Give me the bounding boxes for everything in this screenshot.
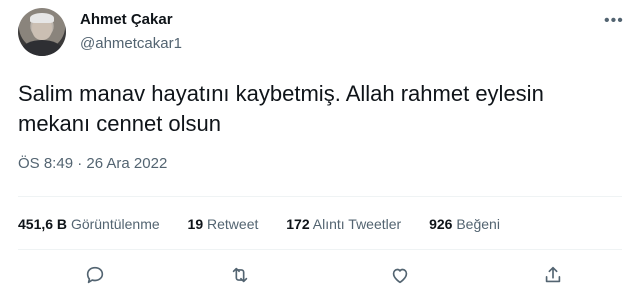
- tweet-timestamp[interactable]: ÖS 8:49 · 26 Ara 2022: [18, 155, 167, 172]
- divider: [18, 196, 622, 197]
- retweets-count: 19: [187, 216, 204, 232]
- views-count: 451,6 B: [18, 216, 68, 232]
- quotes-count: 172: [286, 216, 310, 232]
- avatar[interactable]: [18, 8, 66, 56]
- tweet-text-line-2: mekanı cennet olsun: [18, 111, 222, 136]
- tweet-card: Ahmet Çakar @ahmetcakar1 ••• Salim manav…: [0, 0, 640, 305]
- likes-label: Beğeni: [456, 216, 500, 232]
- quotes-stat[interactable]: 172 Alıntı Tweetler: [286, 216, 401, 232]
- meta-separator: ·: [73, 155, 87, 172]
- divider: [18, 249, 622, 250]
- retweets-stat[interactable]: 19 Retweet: [188, 216, 259, 232]
- author-name[interactable]: Ahmet Çakar: [80, 11, 173, 28]
- tweet-time: ÖS 8:49: [18, 155, 74, 172]
- retweet-icon[interactable]: [229, 264, 253, 288]
- tweet-text-line-1: Salim manav hayatını kaybetmiş. Allah ra…: [18, 81, 544, 106]
- more-dots-icon[interactable]: •••: [604, 12, 624, 30]
- author-handle[interactable]: @ahmetcakar1: [80, 35, 182, 52]
- like-icon[interactable]: [389, 264, 413, 288]
- views-label: Görüntülenme: [70, 216, 160, 232]
- likes-stat[interactable]: 926 Beğeni: [429, 216, 500, 232]
- tweet-stats: 451,6 B Görüntülenme 19 Retweet 172 Alın…: [18, 216, 524, 232]
- quotes-label: Alıntı Tweetler: [312, 216, 402, 232]
- retweets-label: Retweet: [207, 216, 259, 232]
- tweet-date: 26 Ara 2022: [86, 155, 168, 172]
- share-icon[interactable]: [542, 264, 566, 288]
- likes-count: 926: [429, 216, 453, 232]
- reply-icon[interactable]: [84, 264, 108, 288]
- views-stat: 451,6 B Görüntülenme: [18, 216, 160, 232]
- tweet-text: Salim manav hayatını kaybetmiş. Allah ra…: [18, 79, 618, 139]
